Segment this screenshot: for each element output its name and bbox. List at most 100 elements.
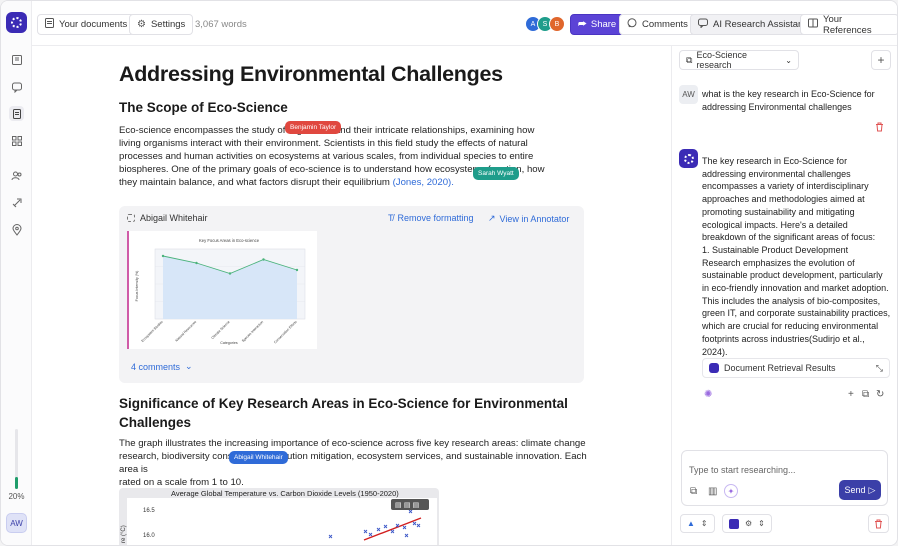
data-point	[161, 254, 165, 258]
ai-assistant-label: AI Research Assistant	[713, 19, 806, 30]
copy-icon[interactable]: ⧉	[862, 389, 869, 400]
ai-research-panel: ⧉ Eco-Science research ⌄ + AW what is th…	[671, 46, 897, 545]
remove-formatting-button[interactable]: T̸ Remove formatting	[388, 213, 474, 223]
share-button[interactable]: ⮫ Share	[570, 14, 625, 35]
y-axis-label: Focus Intensity (%)	[135, 271, 139, 302]
selection-icon	[127, 214, 135, 222]
your-documents-button[interactable]: Your documents	[37, 14, 136, 35]
context-select-value: Eco-Science research	[696, 50, 747, 70]
pin-icon[interactable]	[9, 222, 24, 237]
new-chat-button[interactable]: +	[871, 50, 891, 70]
remove-formatting-label: Remove formatting	[397, 213, 474, 223]
paragraph-text: they maintain balance, and what factors …	[119, 177, 393, 188]
focus-area-chart: Key Focus Areas in Eco-science Focus Inte…	[129, 231, 317, 349]
tools-select[interactable]: ⚙ ⇕	[722, 514, 772, 533]
delete-icon[interactable]	[875, 122, 884, 135]
model-logo-icon: ▲	[687, 519, 695, 528]
send-icon: ▷	[868, 484, 876, 495]
chart-container: Key Focus Areas in Eco-science Focus Inte…	[127, 231, 317, 349]
research-input-box[interactable]: Type to start researching... ⧉ ▥ ✦ Send …	[681, 450, 888, 506]
model-select[interactable]: ▲ ⇕	[680, 514, 715, 533]
chat-icon[interactable]	[9, 79, 24, 94]
paragraph-line: research, biodiversity conservation, pol…	[119, 451, 587, 475]
data-point	[262, 258, 265, 261]
comments-button[interactable]: Comments	[619, 14, 696, 35]
assistant-avatar	[679, 149, 698, 168]
chevron-down-icon: ⌄	[185, 361, 193, 371]
library-icon[interactable]	[9, 52, 24, 67]
y-axis-label: re (°C)	[121, 525, 127, 543]
apps-icon[interactable]	[9, 133, 24, 148]
y-tick-label: 16.5	[143, 508, 155, 514]
context-select[interactable]: ⧉ Eco-Science research ⌄	[679, 50, 799, 70]
references-button[interactable]: Your References	[800, 14, 897, 36]
send-button[interactable]: Send ▷	[839, 480, 881, 500]
chart-tools-icon[interactable]: ▤ ▤ ▤	[395, 501, 419, 509]
comments-label: Comments	[642, 19, 688, 30]
data-point	[295, 268, 299, 272]
paragraph-line: The graph illustrates the increasing imp…	[119, 438, 586, 449]
progress-fill	[15, 477, 18, 489]
attach-icon[interactable]: ⧉	[690, 486, 697, 497]
paragraph[interactable]: The graph illustrates the increasing imp…	[119, 437, 589, 489]
research-input[interactable]: Type to start researching...	[689, 465, 796, 475]
clear-format-icon: T̸	[388, 213, 394, 223]
section-heading[interactable]: Significance of Key Research Areas in Ec…	[119, 394, 568, 432]
comments-toggle[interactable]: 4 comments ⌄	[131, 361, 193, 372]
document-title[interactable]: Addressing Environmental Challenges	[119, 62, 503, 87]
retrieval-icon	[709, 363, 719, 373]
rocket-icon[interactable]	[9, 195, 24, 210]
settings-button[interactable]: ⚙ Settings	[129, 14, 194, 35]
paragraph-line: processes and human activities on ecosys…	[119, 151, 534, 162]
answer-item-title: 1. Sustainable Product Development	[702, 244, 849, 255]
chart-title: Key Focus Areas in Eco-science	[199, 238, 260, 243]
send-label: Send	[844, 485, 866, 495]
chevron-down-icon: ⌄	[785, 55, 792, 65]
assistant-icon	[729, 518, 739, 529]
library-icon[interactable]: ▥	[708, 486, 717, 497]
clear-chat-button[interactable]	[868, 514, 889, 533]
document-retrieval-results[interactable]: Document Retrieval Results ⤡	[702, 358, 890, 378]
view-annotator-label: View in Annotator	[499, 213, 570, 224]
ai-chat-icon	[698, 18, 708, 31]
chart-annotation-card[interactable]: Abigail Whitehair T̸ Remove formatting ↗…	[119, 206, 584, 383]
citation-link[interactable]: (Jones, 2020).	[393, 177, 454, 188]
refresh-icon[interactable]: ↻	[876, 389, 884, 400]
x-axis-label: Categories	[220, 341, 238, 345]
y-tick-label: 16.0	[143, 533, 155, 539]
user-avatar: AW	[679, 85, 698, 104]
scatter-chart-preview: Average Global Temperature vs. Carbon Di…	[121, 489, 437, 545]
external-link-icon: ↗	[488, 213, 496, 223]
expand-icon[interactable]: ⤡	[876, 363, 883, 374]
document-editor[interactable]: Addressing Environmental Challenges The …	[32, 46, 671, 545]
card-author-name: Abigail Whitehair	[140, 213, 208, 223]
app-logo[interactable]	[6, 12, 27, 33]
updown-icon: ⇕	[758, 519, 765, 528]
section-heading[interactable]: The Scope of Eco-Science	[119, 100, 288, 115]
comments-count: 4 comments	[131, 361, 181, 372]
share-icon: ⮫	[578, 19, 587, 30]
user-avatar[interactable]: AW	[6, 513, 27, 533]
heading-line: Significance of Key Research Areas in Ec…	[119, 396, 568, 411]
document-icon	[45, 18, 54, 31]
progress-bar	[15, 429, 18, 489]
comment-icon	[627, 18, 637, 31]
your-documents-label: Your documents	[59, 19, 128, 30]
users-icon[interactable]	[9, 168, 24, 183]
book-icon	[808, 18, 818, 31]
ai-assistant-button[interactable]: AI Research Assistant	[690, 14, 814, 35]
collaborator-cursor-tag: Abigail Whitehair	[229, 451, 288, 464]
temperature-co2-chart[interactable]: Average Global Temperature vs. Carbon Di…	[119, 488, 439, 545]
assistant-answer: The key research in Eco-Science for addr…	[702, 155, 892, 358]
document-icon[interactable]	[9, 106, 24, 121]
left-rail: 20% AW	[1, 1, 32, 545]
add-icon[interactable]: +	[848, 389, 854, 400]
paragraph-line: living organisms interact with their env…	[119, 138, 528, 149]
progress-label: 20%	[8, 492, 25, 501]
view-annotator-button[interactable]: ↗ View in Annotator	[488, 213, 569, 224]
paragraph-line: Eco-science encompasses the study of org…	[119, 125, 535, 136]
chart-title: Average Global Temperature vs. Carbon Di…	[171, 489, 399, 498]
avatar[interactable]: B	[549, 16, 565, 32]
sparkle-icon[interactable]: ✦	[724, 484, 738, 498]
sparkle-icon[interactable]: ✺	[704, 389, 712, 400]
